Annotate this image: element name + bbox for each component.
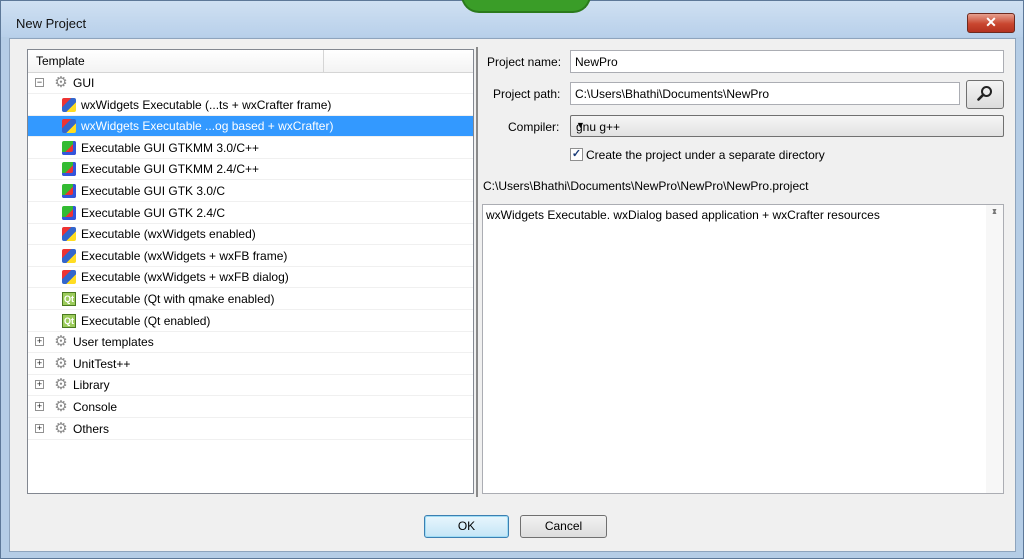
tree-item-row[interactable]: wxWidgets Executable (...ts + wxCrafter … [28,95,473,116]
tree-row-label: Others [73,421,110,436]
chevron-down-icon: ▼ [576,120,585,130]
tree-item-row[interactable]: Executable GUI GTK 2.4/C [28,203,473,224]
gear-icon: ⚙ [54,376,68,394]
tree-row-label: Executable (wxWidgets enabled) [81,227,256,242]
tree-group-row[interactable]: + ⚙ Library [28,375,473,397]
qt-icon: Qt [62,313,76,328]
tree-column-header[interactable]: Template [28,50,473,73]
close-button[interactable]: ✕ [967,13,1015,33]
wxwidgets-icon [62,270,76,285]
gear-icon: ⚙ [54,333,68,351]
tree-group-row[interactable]: + ⚙ User templates [28,332,473,354]
wxwidgets-icon [62,97,76,112]
wxwidgets-icon [62,227,76,242]
project-name-input[interactable]: NewPro [570,50,1004,73]
gear-icon: ⚙ [54,419,68,437]
tree-group-row[interactable]: − ⚙ GUI [28,73,473,94]
gtk-icon [62,205,76,220]
template-tree[interactable]: Template − ⚙ GUI wxWidgets Executable (...t… [27,49,474,494]
column-divider[interactable] [323,50,324,72]
tree-row-label: Library [73,378,110,393]
gtk-icon [62,184,76,198]
window-title: New Project [16,16,87,31]
tree-group-row[interactable]: + ⚙ UnitTest++ [28,354,473,375]
separate-directory-checkbox[interactable]: ✓ [570,148,583,161]
expand-icon[interactable]: + [35,380,44,390]
expand-icon[interactable]: + [35,337,44,347]
tree-item-row[interactable]: Executable (wxWidgets enabled) [28,224,473,246]
gear-icon: ⚙ [54,398,68,415]
tree-row-label: User templates [73,335,154,350]
project-path-label: Project path: [493,87,561,101]
separate-directory-label[interactable]: Create the project under a separate dire… [586,148,825,162]
compiler-select[interactable]: gnu g++ ▼ [570,115,1004,137]
project-name-label: Project name: [487,55,562,69]
template-description-box[interactable]: wxWidgets Executable. wxDialog based app… [482,204,1004,494]
magnifier-icon [977,85,993,106]
tree-row-label: Executable (Qt enabled) [81,313,211,328]
tree-item-row[interactable]: Executable GUI GTK 3.0/C [28,181,473,202]
tree-group-row[interactable]: + ⚙ Others [28,419,473,440]
gear-icon: ⚙ [54,74,68,91]
template-description: wxWidgets Executable. wxDialog based app… [486,208,880,222]
tree-row-label: UnitTest++ [73,356,131,371]
tree-row-label: Executable (wxWidgets + wxFB frame) [81,248,288,263]
new-project-dialog: New Project ✕ Template − ⚙ GUI wxWidgets Ex… [0,0,1024,559]
tree-item-row[interactable]: Executable (wxWidgets + wxFB frame) [28,246,473,267]
tree-row-label: Executable GUI GTKMM 3.0/C++ [81,140,260,155]
tree-item-row[interactable]: Executable (wxWidgets + wxFB dialog) [28,267,473,289]
title-glow-decoration [461,0,591,13]
description-scrollbar[interactable]: ▲ ▼ [986,205,1003,493]
template-column-label: Template [36,54,85,68]
project-path-input[interactable]: C:\Users\Bhathi\Documents\NewPro [570,82,960,105]
tree-row-label: Console [73,400,118,414]
ok-button[interactable]: OK [424,515,509,538]
tree-row-label: wxWidgets Executable (...ts + wxCrafter … [81,97,332,112]
tree-item-row[interactable]: Qt Executable (Qt enabled) [28,311,473,332]
wxwidgets-icon [62,248,76,263]
expand-icon[interactable]: + [35,423,44,433]
tree-row-label: Executable GUI GTKMM 2.4/C++ [81,162,260,177]
tree-item-row[interactable]: Qt Executable (Qt with qmake enabled) [28,289,473,310]
tree-row-label: wxWidgets Executable ...og based + wxCra… [81,119,334,134]
gear-icon: ⚙ [54,354,68,372]
tree-item-row[interactable]: wxWidgets Executable ...og based + wxCra… [28,116,473,138]
tree-row-label: Executable GUI GTK 3.0/C [81,184,226,198]
close-icon: ✕ [985,14,997,30]
wxwidgets-icon [62,119,76,134]
tree-row-label: Executable (Qt with qmake enabled) [81,292,275,306]
expand-icon[interactable]: + [35,402,44,411]
qt-icon: Qt [62,292,76,306]
gtk-icon [62,140,76,155]
collapse-icon[interactable]: − [35,78,44,87]
expand-icon[interactable]: + [35,358,44,368]
cancel-button[interactable]: Cancel [520,515,607,538]
scroll-down-icon[interactable]: ▼ [991,208,998,489]
browse-path-button[interactable] [966,80,1004,109]
tree-group-row[interactable]: + ⚙ Console [28,397,473,418]
compiler-label: Compiler: [508,120,560,134]
gtk-icon [62,162,76,177]
project-name-value: NewPro [575,55,618,69]
tree-row-label: GUI [73,76,95,90]
tree-item-row[interactable]: Executable GUI GTKMM 2.4/C++ [28,159,473,181]
tree-row-label: Executable GUI GTK 2.4/C [81,205,226,220]
tree-item-row[interactable]: Executable GUI GTKMM 3.0/C++ [28,138,473,159]
full-project-path: C:\Users\Bhathi\Documents\NewPro\NewPro\… [483,179,809,193]
panel-splitter[interactable] [476,47,478,497]
project-path-value: C:\Users\Bhathi\Documents\NewPro [575,87,770,101]
dialog-body: Template − ⚙ GUI wxWidgets Executable (...t… [9,38,1016,552]
tree-row-label: Executable (wxWidgets + wxFB dialog) [81,270,289,285]
title-bar[interactable]: New Project ✕ [1,0,1023,37]
